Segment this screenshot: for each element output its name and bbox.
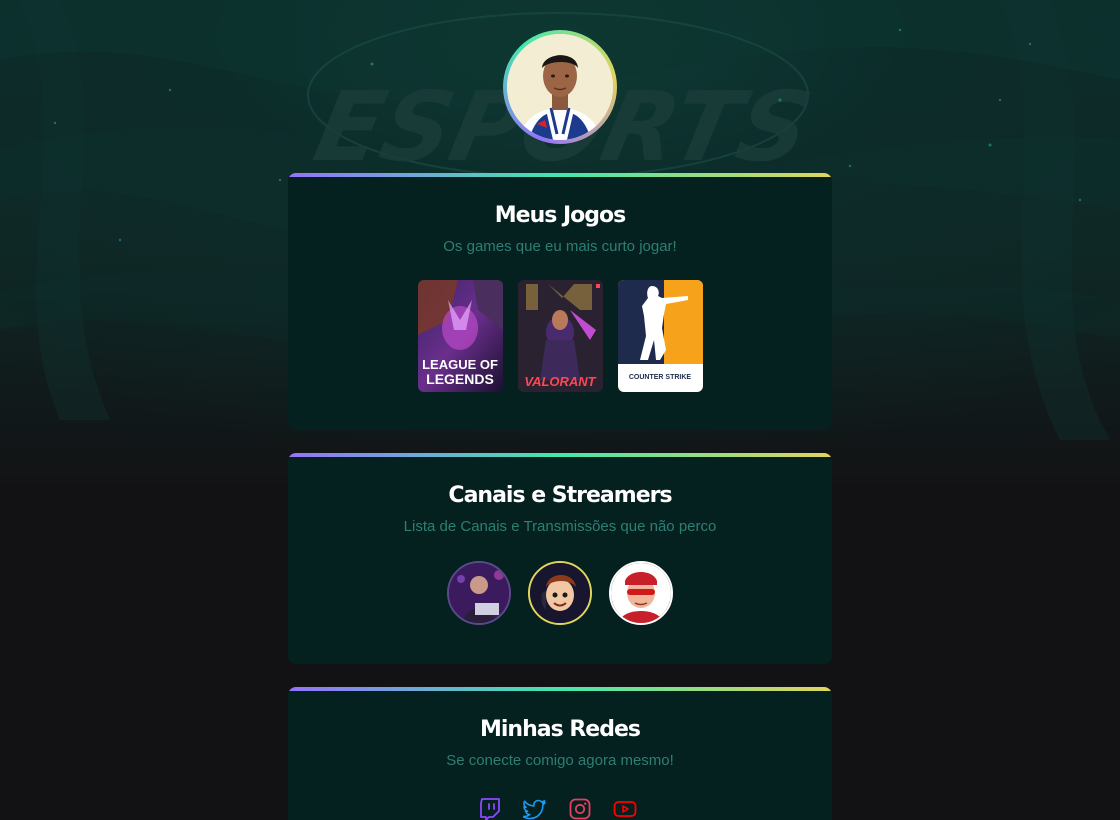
socials-list <box>478 797 637 820</box>
games-card-title: Meus Jogos <box>494 203 627 228</box>
profile-photo-icon <box>507 34 613 140</box>
youtube-icon[interactable] <box>613 797 637 820</box>
streamer-avatar-1-icon[interactable] <box>447 561 511 625</box>
game-counter-strike[interactable]: COUNTER STRIKE <box>618 280 703 392</box>
socials-card-title: Minhas Redes <box>480 717 641 742</box>
games-card-subtitle: Os games que eu mais curto jogar! <box>443 238 677 255</box>
streamer-avatar-2-icon[interactable] <box>528 561 592 625</box>
cs-logo: COUNTER STRIKE <box>629 374 692 381</box>
socials-card-subtitle: Se conecte comigo agora mesmo! <box>446 752 674 769</box>
instagram-icon[interactable] <box>568 797 592 820</box>
twitch-icon[interactable] <box>478 797 502 820</box>
streamers-card: Canais e Streamers Lista de Canais e Tra… <box>288 453 832 664</box>
lol-logo-line2: LEGENDS <box>426 371 494 387</box>
valorant-logo: VALORANT <box>524 374 596 389</box>
profile-avatar <box>503 30 617 144</box>
games-card: Meus Jogos Os games que eu mais curto jo… <box>288 173 832 430</box>
game-league-of-legends[interactable]: LEAGUE OF LEGENDS <box>418 280 503 392</box>
streamers-list <box>447 561 673 625</box>
streamers-card-title: Canais e Streamers <box>448 483 672 508</box>
game-valorant[interactable]: VALORANT <box>518 280 603 392</box>
lol-logo-line1: LEAGUE OF <box>422 357 498 372</box>
streamer-avatar-3-icon[interactable] <box>609 561 673 625</box>
socials-card: Minhas Redes Se conecte comigo agora mes… <box>288 687 832 820</box>
twitter-icon[interactable] <box>523 797 547 820</box>
streamers-card-subtitle: Lista de Canais e Transmissões que não p… <box>403 518 717 535</box>
games-list: LEAGUE OF LEGENDS VALORANT COUNTER STRIK… <box>418 280 703 392</box>
